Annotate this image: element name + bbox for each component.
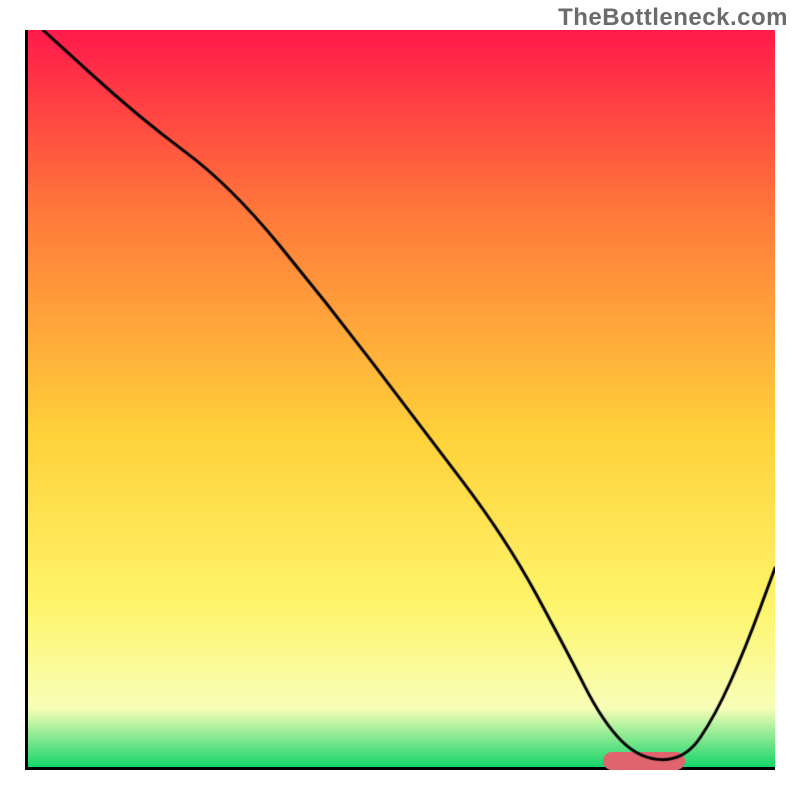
plot-area	[25, 30, 775, 770]
bottleneck-curve	[28, 30, 775, 767]
watermark-text: TheBottleneck.com	[558, 4, 788, 32]
bottleneck-chart: TheBottleneck.com	[0, 0, 800, 800]
